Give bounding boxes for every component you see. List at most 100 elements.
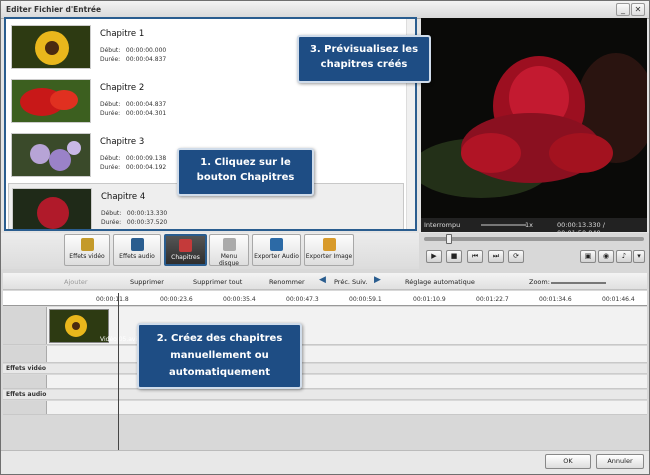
close-button[interactable]: ✕ bbox=[631, 3, 645, 16]
play-button[interactable]: ▶ bbox=[426, 250, 442, 263]
tick-label: 00:01:34.6 bbox=[539, 296, 572, 303]
time-ruler[interactable]: 00:00:11.8 00:00:23.6 00:00:35.4 00:00:4… bbox=[3, 291, 647, 306]
preview-flower-image bbox=[421, 18, 647, 218]
callout-create-chapters: 2. Créez des chapitres manuellement ou a… bbox=[137, 323, 302, 389]
zoom-slider[interactable] bbox=[551, 282, 606, 284]
stop-button[interactable]: ■ bbox=[446, 250, 462, 263]
chapter-thumbnail bbox=[11, 133, 91, 177]
ajouter-button[interactable]: Ajouter bbox=[64, 278, 88, 286]
callout-chapitres-button: 1. Cliquez sur le bouton Chapitres bbox=[177, 148, 314, 196]
tick-label: 00:00:11.8 bbox=[96, 296, 129, 303]
tick-label: 00:01:10.9 bbox=[413, 296, 446, 303]
supprimer-tout-button[interactable]: Supprimer tout bbox=[193, 278, 242, 286]
chapter-name: Chapitre 1 bbox=[100, 29, 145, 39]
tick-label: 00:00:47.3 bbox=[286, 296, 319, 303]
audio-track-header bbox=[3, 346, 47, 362]
zoom-label: Zoom: bbox=[529, 278, 550, 286]
button-label: Chapitres bbox=[171, 254, 200, 261]
speed-slider[interactable] bbox=[481, 224, 526, 226]
video-track-header bbox=[3, 307, 47, 344]
debut-label: Début: bbox=[100, 47, 121, 54]
chapter-name: Chapitre 4 bbox=[101, 192, 146, 202]
window-title: Editer Fichier d'Entrée bbox=[6, 5, 102, 14]
debut-label: Début: bbox=[100, 155, 121, 162]
arrow-left-icon: ◀ bbox=[319, 275, 326, 285]
debut-value: 00:00:09.138 bbox=[125, 155, 167, 162]
disc-menu-icon bbox=[222, 238, 236, 251]
button-label: Effets audio bbox=[119, 253, 155, 260]
fullscreen-icon: ▣ bbox=[584, 252, 592, 260]
debut-label: Début: bbox=[100, 101, 121, 108]
video-effects-icon bbox=[80, 238, 94, 251]
tick-label: 00:00:59.1 bbox=[349, 296, 382, 303]
next-icon: ⏭ bbox=[492, 252, 500, 260]
next-frame-button[interactable]: ⏭ bbox=[488, 250, 504, 263]
stop-icon: ■ bbox=[450, 252, 458, 260]
volume-button[interactable]: ♪ bbox=[616, 250, 632, 263]
camera-icon: ◉ bbox=[602, 252, 610, 260]
tick-label: 00:00:35.4 bbox=[223, 296, 256, 303]
effets-audio-button[interactable]: Effets audio bbox=[113, 234, 161, 266]
tick-label: 00:00:23.6 bbox=[160, 296, 193, 303]
dialog-window: Editer Fichier d'Entrée _ ✕ Chapitre 1 D… bbox=[0, 0, 650, 475]
chapter-thumbnail bbox=[11, 25, 91, 69]
duree-label: Durée: bbox=[100, 56, 121, 63]
preview-status-bar: Interrompu 1x 00:00:13.330 / 00:01:50.84… bbox=[421, 218, 647, 237]
effets-video-button[interactable]: Effets vidéo bbox=[64, 234, 110, 266]
debut-label: Début: bbox=[101, 210, 122, 217]
previous-frame-button[interactable]: ⏮ bbox=[467, 250, 483, 263]
seek-handle[interactable] bbox=[446, 234, 452, 244]
duree-value: 00:00:04.837 bbox=[125, 56, 167, 63]
supprimer-button[interactable]: Supprimer bbox=[130, 278, 164, 286]
play-icon: ▶ bbox=[431, 252, 437, 260]
audio-effects-icon bbox=[130, 238, 144, 251]
effets-audio-section[interactable]: Effets audio bbox=[3, 390, 647, 400]
button-label: Exporter Audio bbox=[254, 253, 299, 260]
menu-disque-button[interactable]: Menu disque bbox=[209, 234, 249, 267]
suivant-button[interactable]: Suiv. bbox=[352, 278, 367, 286]
chapter-thumbnail bbox=[12, 188, 92, 229]
audio-effects-header bbox=[3, 401, 47, 414]
fullscreen-button[interactable]: ▣ bbox=[580, 250, 596, 263]
export-audio-icon bbox=[270, 238, 283, 251]
video-preview bbox=[421, 18, 647, 218]
audio-effects-track bbox=[3, 401, 647, 415]
video-effects-header bbox=[3, 375, 47, 388]
precedent-button[interactable]: Préc. bbox=[334, 278, 350, 286]
minimize-button[interactable]: _ bbox=[616, 3, 630, 16]
duree-label: Durée: bbox=[101, 219, 122, 226]
playhead[interactable] bbox=[118, 293, 119, 450]
duree-label: Durée: bbox=[100, 110, 121, 117]
effets-video-section[interactable]: Effets vidéo bbox=[3, 364, 647, 374]
debut-value: 00:00:13.330 bbox=[126, 210, 168, 217]
reglage-auto-button[interactable]: Réglage automatique bbox=[405, 278, 475, 286]
video-effects-track bbox=[3, 375, 647, 389]
loop-button[interactable]: ⟳ bbox=[508, 250, 524, 263]
button-label: Exporter Image bbox=[305, 253, 353, 260]
arrow-right-icon: ▶ bbox=[374, 275, 381, 285]
ok-button[interactable]: OK bbox=[545, 454, 591, 469]
renommer-button[interactable]: Renommer bbox=[269, 278, 305, 286]
chapitres-button[interactable]: Chapitres bbox=[164, 234, 207, 266]
video-clip[interactable]: Vidéo 05.avi bbox=[49, 309, 137, 343]
video-track: Vidéo 05.avi bbox=[3, 307, 647, 345]
chevron-down-icon: ▾ bbox=[637, 252, 641, 260]
snapshot-button[interactable]: ◉ bbox=[598, 250, 614, 263]
playback-status: Interrompu bbox=[424, 221, 461, 229]
seek-bar[interactable] bbox=[424, 237, 644, 241]
button-label: Menu disque bbox=[219, 253, 239, 267]
loop-icon: ⟳ bbox=[513, 252, 519, 260]
duree-label: Durée: bbox=[100, 164, 121, 171]
callout-preview: 3. Prévisualisez les chapitres créés bbox=[297, 35, 431, 83]
exporter-image-button[interactable]: Exporter Image bbox=[304, 234, 354, 266]
annuler-button[interactable]: Annuler bbox=[596, 454, 644, 469]
chapters-icon bbox=[179, 239, 192, 252]
volume-dropdown[interactable]: ▾ bbox=[633, 250, 645, 263]
tick-label: 00:01:46.4 bbox=[602, 296, 635, 303]
debut-value: 00:00:00.000 bbox=[125, 47, 167, 54]
duree-value: 00:00:37.520 bbox=[126, 219, 168, 226]
chapter-name: Chapitre 2 bbox=[100, 83, 145, 93]
duree-value: 00:00:04.301 bbox=[125, 110, 167, 117]
chapter-thumbnail bbox=[11, 79, 91, 123]
exporter-audio-button[interactable]: Exporter Audio bbox=[252, 234, 301, 266]
